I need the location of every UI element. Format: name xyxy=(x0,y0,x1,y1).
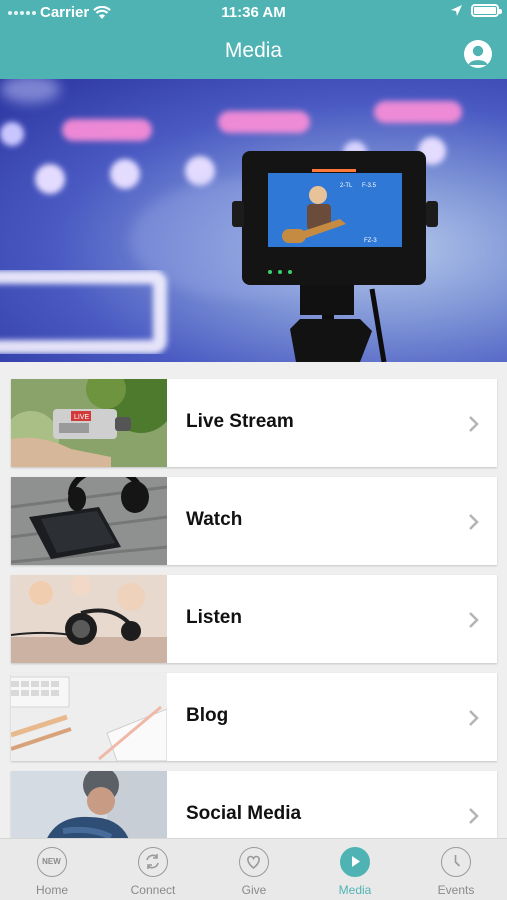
concert-camera-photo: 2-TL F-3.5 FZ-3 xyxy=(0,79,462,362)
sync-arrows-icon xyxy=(138,847,168,877)
menu-item-label: Listen xyxy=(186,607,242,628)
chevron-right-icon xyxy=(469,416,479,432)
svg-text:2-TL: 2-TL xyxy=(340,183,353,189)
headphones-phone-photo xyxy=(11,477,167,565)
new-badge-icon: NEW xyxy=(37,847,67,877)
tab-home[interactable]: NEW Home xyxy=(2,847,102,900)
svg-text:F-3.5: F-3.5 xyxy=(362,183,377,189)
menu-item-watch[interactable]: Watch xyxy=(11,477,497,565)
chevron-right-icon xyxy=(469,808,479,824)
tab-label: Home xyxy=(35,883,68,897)
menu-item-label: Social Media xyxy=(186,803,302,824)
menu-item-listen[interactable]: Listen xyxy=(11,575,497,663)
status-time: 11:36 AM xyxy=(221,4,286,21)
tab-media[interactable]: Media xyxy=(305,847,405,900)
camcorder-photo: LIVE xyxy=(11,379,167,467)
new-badge-text: NEW xyxy=(42,857,61,866)
profile-button[interactable] xyxy=(464,40,492,68)
location-arrow-icon xyxy=(451,5,462,16)
tab-bar: NEW Home Connect Give Media Events xyxy=(0,838,507,900)
menu-item-blog[interactable]: Blog xyxy=(11,673,497,761)
tab-events[interactable]: Events xyxy=(406,847,506,900)
menu-item-label: Live Stream xyxy=(186,411,294,432)
keyboard-notebook-photo xyxy=(11,673,167,761)
navigation-header: Carrier 11:36 AM Media xyxy=(0,0,507,79)
menu-item-label: Watch xyxy=(186,509,243,530)
heart-icon xyxy=(239,847,269,877)
chevron-right-icon xyxy=(469,612,479,628)
tab-connect[interactable]: Connect xyxy=(103,847,203,900)
clock-icon xyxy=(441,847,471,877)
tab-label: Events xyxy=(437,883,475,897)
hero-image: 2-TL F-3.5 FZ-3 xyxy=(0,79,507,362)
play-icon xyxy=(340,847,370,877)
status-bar: Carrier 11:36 AM xyxy=(0,0,507,28)
user-icon xyxy=(468,45,488,65)
svg-text:FZ-3: FZ-3 xyxy=(364,238,377,244)
page-title: Media xyxy=(224,39,283,62)
tab-label: Media xyxy=(338,883,372,897)
tab-label: Connect xyxy=(130,883,176,897)
chevron-right-icon xyxy=(469,514,479,530)
tab-give[interactable]: Give xyxy=(204,847,304,900)
headphones-photo xyxy=(11,575,167,663)
menu-item-label: Blog xyxy=(186,705,229,726)
menu-item-live-stream[interactable]: LIVE Live Stream xyxy=(11,379,497,467)
chevron-right-icon xyxy=(469,710,479,726)
svg-text:LIVE: LIVE xyxy=(74,414,90,421)
tab-label: Give xyxy=(241,883,267,897)
battery-icon xyxy=(471,4,502,17)
